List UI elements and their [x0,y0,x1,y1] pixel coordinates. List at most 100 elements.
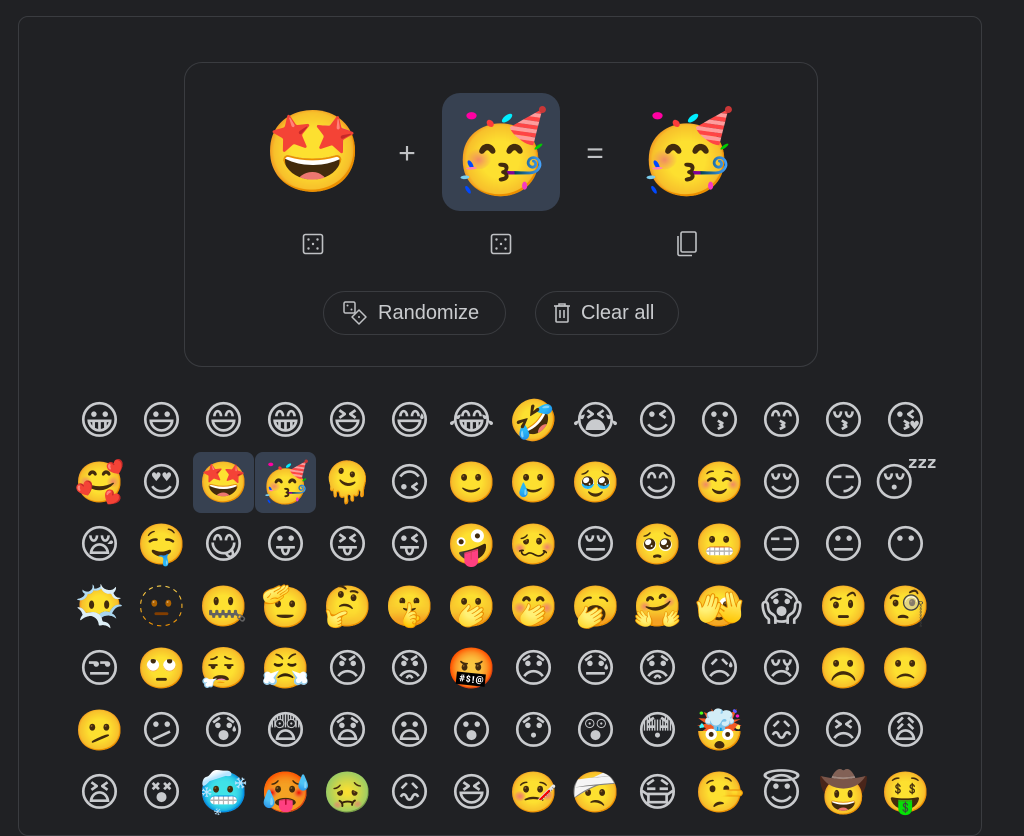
emoji-glyph: 😃 [140,398,183,443]
emoji-cell[interactable]: 🫤 [69,700,130,761]
emoji-cell[interactable]: 😠 [317,638,378,699]
emoji-cell[interactable]: 😙 [751,390,812,451]
emoji-cell[interactable]: 🥹 [565,452,626,513]
emoji-cell[interactable]: 😰 [193,700,254,761]
emoji-glyph: 🥱 [570,584,621,629]
emoji-cell[interactable]: 🤗 [627,576,688,637]
emoji-cell[interactable]: 😢 [751,638,812,699]
emoji-cell[interactable]: 😔 [565,514,626,575]
emoji-cell[interactable]: 😬 [689,514,750,575]
left-emoji-slot[interactable]: 🤩 [254,93,372,211]
emoji-cell[interactable]: 😥 [689,638,750,699]
emoji-cell[interactable]: 🤨 [813,576,874,637]
emoji-cell[interactable]: 😶 [875,514,936,575]
emoji-cell[interactable]: 😑 [751,514,812,575]
emoji-cell[interactable]: 🥲 [503,452,564,513]
emoji-cell[interactable]: 🤬 [441,638,502,699]
emoji-cell[interactable]: 😒 [69,638,130,699]
emoji-cell[interactable]: 😄 [193,390,254,451]
emoji-cell[interactable]: 😨 [255,700,316,761]
copy-result-button[interactable] [672,229,702,259]
emoji-cell[interactable]: 🙁 [875,638,936,699]
emoji-cell[interactable]: 😂 [441,390,502,451]
emoji-cell[interactable]: 😦 [379,700,440,761]
emoji-cell[interactable]: 😝 [317,514,378,575]
emoji-cell[interactable]: 😮 [441,700,502,761]
randomize-right-button[interactable] [486,229,516,259]
emoji-cell[interactable]: 😧 [317,700,378,761]
emoji-cell[interactable]: 🤣 [503,390,564,451]
emoji-cell[interactable]: 😚 [813,390,874,451]
emoji-cell[interactable]: 😃 [131,390,192,451]
emoji-cell[interactable]: 😁 [255,390,316,451]
emoji-cell[interactable]: 😤 [255,638,316,699]
emoji-cell[interactable]: 😛 [255,514,316,575]
emoji-cell[interactable]: 😟 [627,638,688,699]
emoji-cell[interactable]: 🥺 [627,514,688,575]
emoji-glyph: 🫡 [260,584,311,629]
emoji-cell[interactable]: 😳 [627,700,688,761]
emoji-cell[interactable]: 🫣 [689,576,750,637]
emoji-cell[interactable]: 😐 [813,514,874,575]
clear-all-button[interactable]: Clear all [535,291,679,335]
emoji-cell[interactable]: 🫥 [131,576,192,637]
emoji-cell[interactable]: 🙄 [131,638,192,699]
emoji-cell[interactable]: 😡 [379,638,440,699]
emoji-cell[interactable]: 😗 [689,390,750,451]
emoji-cell[interactable]: 🧐 [875,576,936,637]
emoji-cell[interactable]: 🫡 [255,576,316,637]
emoji-cell[interactable]: 🤭 [503,576,564,637]
emoji-cell[interactable]: 😩 [875,700,936,761]
result-emoji-slot[interactable]: 🥳 [628,93,746,211]
emoji-cell[interactable]: 😮‍💨 [193,638,254,699]
emoji-cell[interactable]: 🥴 [503,514,564,575]
emoji-cell[interactable]: 🥱 [565,576,626,637]
emoji-cell[interactable]: 😲 [565,700,626,761]
emoji-cell[interactable]: 😶‍🌫️ [69,576,130,637]
emoji-cell[interactable]: 🤩 [193,452,254,513]
emoji-cell[interactable]: 😋 [193,514,254,575]
emoji-cell[interactable]: ☹️ [813,638,874,699]
emoji-cell[interactable]: 🙂 [441,452,502,513]
emoji-cell[interactable]: 🫢 [441,576,502,637]
emoji-cell[interactable]: 😅 [379,390,440,451]
emoji-cell[interactable]: 😕 [131,700,192,761]
emoji-cell[interactable]: 😆 [317,390,378,451]
emoji-cell[interactable]: 🙃 [379,452,440,513]
emoji-cell[interactable]: 🤯 [689,700,750,761]
emoji-cell[interactable]: 🤪 [441,514,502,575]
emoji-glyph: 😟 [636,646,679,691]
emoji-glyph: 🤯 [694,708,745,753]
emoji-cell[interactable]: 😍 [131,452,192,513]
emoji-cell[interactable]: 😘 [875,390,936,451]
emoji-cell[interactable]: 🫠 [317,452,378,513]
emoji-cell[interactable]: 😉 [627,390,688,451]
emoji-cell[interactable]: 😌 [751,452,812,513]
emoji-cell[interactable]: 😪 [69,514,130,575]
randomize-button[interactable]: Randomize [323,291,506,335]
emoji-cell[interactable]: 😖 [751,700,812,761]
emoji-cell[interactable]: 😀 [69,390,130,451]
emoji-cell[interactable]: 😏 [813,452,874,513]
emoji-cell[interactable]: 😴 [873,452,937,513]
clear-all-label: Clear all [581,301,655,324]
right-emoji-slot[interactable]: 🥳 [442,93,560,211]
emoji-cell[interactable]: 😱 [751,576,812,637]
emoji-cell[interactable]: 😜 [379,514,440,575]
emoji-cell[interactable]: 😓 [565,638,626,699]
emoji-cell[interactable]: ☺️ [689,452,750,513]
randomize-left-button[interactable] [298,229,328,259]
emoji-cell[interactable]: 🤐 [193,576,254,637]
emoji-cell[interactable]: 😭 [565,390,626,451]
emoji-glyph: 😠 [326,646,369,691]
emoji-cell[interactable]: 🤫 [379,576,440,637]
emoji-cell[interactable]: 🤤 [131,514,192,575]
emoji-cell[interactable]: 😣 [813,700,874,761]
emoji-glyph: 😶 [884,522,927,567]
emoji-cell[interactable]: 😯 [503,700,564,761]
emoji-cell[interactable]: 🥰 [69,452,130,513]
emoji-cell[interactable]: 😞 [503,638,564,699]
emoji-cell[interactable]: 🤔 [317,576,378,637]
emoji-cell[interactable]: 😊 [627,452,688,513]
emoji-cell[interactable]: 🥳 [255,452,316,513]
